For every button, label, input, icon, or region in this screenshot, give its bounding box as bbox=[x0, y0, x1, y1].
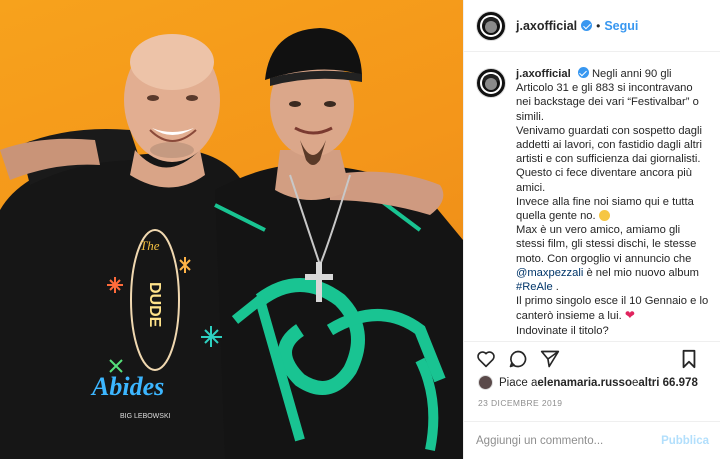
follow-button[interactable]: Segui bbox=[604, 19, 638, 33]
post-side-panel: j.axofficial • Segui j.axofficial Negli … bbox=[463, 0, 720, 459]
avatar-face bbox=[485, 20, 497, 33]
comment-box: Pubblica bbox=[464, 421, 720, 459]
action-bar bbox=[464, 341, 720, 375]
liker-username[interactable]: elenamaria.russo bbox=[537, 377, 632, 389]
verified-badge-icon bbox=[577, 67, 589, 78]
share-icon[interactable] bbox=[538, 347, 562, 371]
smiling-face-emoji-icon bbox=[598, 210, 610, 222]
bookmark-icon[interactable] bbox=[677, 347, 701, 371]
likes-prefix: Piace a bbox=[499, 376, 538, 389]
comment-input[interactable] bbox=[476, 434, 662, 447]
caption-line-7: Indovinate il titolo? bbox=[516, 324, 609, 337]
hashtag-suffix: . bbox=[552, 281, 559, 294]
caption-author-avatar[interactable] bbox=[476, 68, 506, 98]
post-date[interactable]: 23 DICEMBRE 2019 bbox=[478, 398, 562, 408]
publish-button[interactable]: Pubblica bbox=[661, 435, 709, 447]
shirt-text-lebowski: BIG LEBOWSKI bbox=[120, 413, 171, 420]
caption-text: j.axofficial Negli anni 90 gli Articolo … bbox=[516, 67, 709, 341]
header-separator: • bbox=[596, 18, 601, 33]
liker-avatar[interactable] bbox=[478, 375, 493, 390]
caption-line-5: è nel mio nuovo album bbox=[586, 266, 700, 279]
caption-line-2: Venivamo guardati con sospetto dagli add… bbox=[516, 124, 702, 194]
avatar-face bbox=[485, 78, 497, 90]
caption-line-4: Max è un vero amico, amiamo gli stessi f… bbox=[516, 224, 697, 265]
shirt-text-abides: Abides bbox=[90, 372, 164, 401]
heart-icon[interactable] bbox=[474, 347, 498, 371]
hashtag-link[interactable]: #ReAle bbox=[516, 281, 553, 293]
author-username[interactable]: j.axofficial bbox=[516, 19, 577, 33]
verified-badge-icon bbox=[581, 20, 593, 31]
photo-illustration: The DUDE Abides BIG LEBOWSKI bbox=[0, 28, 463, 459]
shirt-text-dude: DUDE bbox=[146, 282, 163, 328]
post-header: j.axofficial • Segui bbox=[464, 0, 720, 52]
likes-others-link[interactable]: altri 66.978 bbox=[638, 377, 697, 389]
likes-summary: Piace a elenamaria.russo e altri 66.978 bbox=[478, 375, 698, 390]
comment-icon[interactable] bbox=[506, 347, 530, 371]
shirt-text-the: The bbox=[140, 238, 160, 253]
post-photo[interactable]: The DUDE Abides BIG LEBOWSKI bbox=[0, 0, 463, 459]
author-avatar[interactable] bbox=[476, 10, 506, 41]
caption-line-6: Il primo singolo esce il 10 Gennaio e lo… bbox=[516, 295, 709, 323]
red-heart-emoji-icon: ❤ bbox=[624, 308, 635, 323]
mention-link[interactable]: @maxpezzali bbox=[516, 267, 583, 279]
caption-area: j.axofficial Negli anni 90 gli Articolo … bbox=[464, 53, 720, 341]
caption-username[interactable]: j.axofficial bbox=[516, 68, 571, 80]
